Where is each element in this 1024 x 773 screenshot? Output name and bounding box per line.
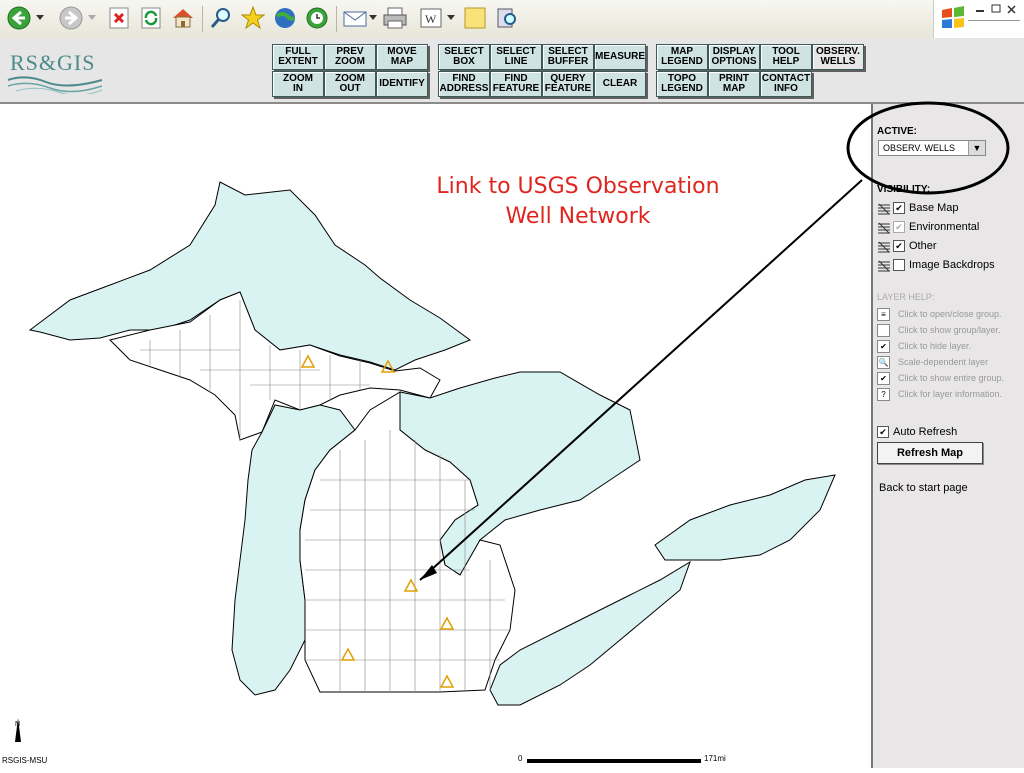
tool-button-find-address[interactable]: FIND ADDRESS xyxy=(438,71,490,97)
empty-checkbox-icon xyxy=(877,323,890,337)
auto-refresh-label: Auto Refresh xyxy=(893,426,958,438)
forward-icon[interactable] xyxy=(58,4,84,32)
tool-button-select-line[interactable]: SELECT LINE xyxy=(490,44,542,70)
scale-dependent-icon: 🔍 xyxy=(877,355,890,369)
tool-button-select-box[interactable]: SELECT BOX xyxy=(438,44,490,70)
edit-dropdown-icon[interactable] xyxy=(446,4,456,32)
map-credit: RSGIS-MSU xyxy=(2,756,48,765)
tool-button-map-legend[interactable]: MAP LEGEND xyxy=(656,44,708,70)
tool-button-move-map[interactable]: MOVE MAP xyxy=(376,44,428,70)
auto-refresh-row[interactable]: ✔ Auto Refresh xyxy=(877,424,957,440)
svg-text:W: W xyxy=(425,12,437,26)
discuss-icon[interactable] xyxy=(462,4,488,32)
layer-row[interactable]: Image Backdrops xyxy=(877,257,995,273)
back-to-start-link[interactable]: Back to start page xyxy=(879,482,968,494)
layer-row[interactable]: ✔ Base Map xyxy=(877,200,959,216)
annotation-label: Link to USGS Observation Well Network xyxy=(408,172,748,232)
tool-button-zoom-out[interactable]: ZOOM OUT xyxy=(324,71,376,97)
layer-label: Image Backdrops xyxy=(909,259,995,271)
scale-end: 171mi xyxy=(704,754,726,763)
refresh-icon[interactable] xyxy=(138,4,164,32)
search-icon[interactable] xyxy=(208,4,234,32)
help-text: Click to hide layer. xyxy=(898,341,972,351)
history-icon[interactable] xyxy=(304,4,330,32)
tool-button-prev-zoom[interactable]: PREV ZOOM xyxy=(324,44,376,70)
tool-button-zoom-in[interactable]: ZOOM IN xyxy=(272,71,324,97)
tool-button-topo-legend[interactable]: TOPO LEGEND xyxy=(656,71,708,97)
home-icon[interactable] xyxy=(170,4,196,32)
windows-flag-icon xyxy=(942,4,1020,28)
tool-button-contact-info[interactable]: CONTACT INFO xyxy=(760,71,812,97)
edit-icon[interactable]: W xyxy=(418,4,444,32)
forward-dropdown-icon[interactable] xyxy=(86,4,98,32)
grey-checkbox-icon: ✔ xyxy=(877,371,890,385)
group-icon[interactable] xyxy=(877,259,891,272)
scale-bar xyxy=(527,759,701,763)
browser-toolbar: W xyxy=(0,0,1024,39)
tool-button-display-options[interactable]: DISPLAY OPTIONS xyxy=(708,44,760,70)
tool-button-clear[interactable]: CLEAR xyxy=(594,71,646,97)
svg-text:N: N xyxy=(15,721,20,728)
layer-checkbox[interactable]: ✔ xyxy=(893,221,905,233)
group-icon[interactable] xyxy=(877,221,891,234)
info-icon: ? xyxy=(877,387,890,401)
checked-checkbox-icon: ✔ xyxy=(877,339,890,353)
favorites-icon[interactable] xyxy=(240,4,266,32)
logo-waves-icon xyxy=(7,76,103,94)
tool-button-identify[interactable]: IDENTIFY xyxy=(376,71,428,97)
layer-row[interactable]: ✔ Other xyxy=(877,238,937,254)
help-text: Scale-dependent layer xyxy=(898,357,989,367)
refresh-map-button[interactable]: Refresh Map xyxy=(877,442,983,464)
layer-panel: ACTIVE: OBSERV. WELLS ▼ VISIBILITY: ✔ Bas… xyxy=(871,104,1024,768)
tool-button-print-map[interactable]: PRINT MAP xyxy=(708,71,760,97)
annotation-ellipse xyxy=(846,101,1010,195)
tool-button-find-feature[interactable]: FIND FEATURE xyxy=(490,71,542,97)
layer-checkbox[interactable]: ✔ xyxy=(893,202,905,214)
scale-start: 0 xyxy=(518,754,523,763)
annotation-line-2: Well Network xyxy=(505,204,651,229)
back-icon[interactable] xyxy=(6,4,32,32)
tool-button-observ-wells[interactable]: OBSERV. WELLS xyxy=(812,44,864,70)
help-row: ? Click for layer information. xyxy=(877,387,1002,401)
layer-row[interactable]: ✔ Environmental xyxy=(877,219,979,235)
media-icon[interactable] xyxy=(272,4,298,32)
group-icon: ≡ xyxy=(877,307,890,321)
help-row: 🔍 Scale-dependent layer xyxy=(877,355,988,369)
map-view[interactable]: N Link to USGS Observation Well Network xyxy=(0,104,871,768)
help-text: Click to show entire group. xyxy=(898,373,1005,383)
app-header: RS&GIS FULL EXTENT PREV ZOOM MOVE MAP SELEC… xyxy=(0,38,1024,104)
lake-erie xyxy=(489,560,691,706)
group-icon[interactable] xyxy=(877,202,891,215)
help-text: Click to open/close group. xyxy=(898,309,1002,319)
lake-ontario xyxy=(654,474,836,561)
help-row: ✔ Click to hide layer. xyxy=(877,339,971,353)
layer-label: Other xyxy=(909,240,937,252)
annotation-line-1: Link to USGS Observation xyxy=(436,174,720,199)
mail-dropdown-icon[interactable] xyxy=(368,4,378,32)
layer-checkbox[interactable]: ✔ xyxy=(893,240,905,252)
help-row: ✔ Click to show entire group. xyxy=(877,371,1004,385)
tool-button-measure[interactable]: MEASURE xyxy=(594,44,646,70)
help-text: Click for layer information. xyxy=(898,389,1003,399)
tool-button-query-feature[interactable]: QUERY FEATURE xyxy=(542,71,594,97)
mail-icon[interactable] xyxy=(342,4,368,32)
help-row: Click to show group/layer. xyxy=(877,323,1001,337)
print-icon[interactable] xyxy=(382,4,408,32)
stop-icon[interactable] xyxy=(106,4,132,32)
group-icon[interactable] xyxy=(877,240,891,253)
layer-label: Environmental xyxy=(909,221,980,233)
windows-logo-area xyxy=(933,0,1024,38)
auto-refresh-checkbox[interactable]: ✔ xyxy=(877,426,889,438)
help-row: ≡ Click to open/close group. xyxy=(877,307,1002,321)
layer-checkbox[interactable] xyxy=(893,259,905,271)
layer-help-label: LAYER HELP: xyxy=(877,292,935,302)
tool-button-full-extent[interactable]: FULL EXTENT xyxy=(272,44,324,70)
research-icon[interactable] xyxy=(494,4,520,32)
help-text: Click to show group/layer. xyxy=(898,325,1001,335)
layer-label: Base Map xyxy=(909,202,959,214)
back-dropdown-icon[interactable] xyxy=(34,4,46,32)
tool-button-tool-help[interactable]: TOOL HELP xyxy=(760,44,812,70)
tool-button-select-buffer[interactable]: SELECT BUFFER xyxy=(542,44,594,70)
